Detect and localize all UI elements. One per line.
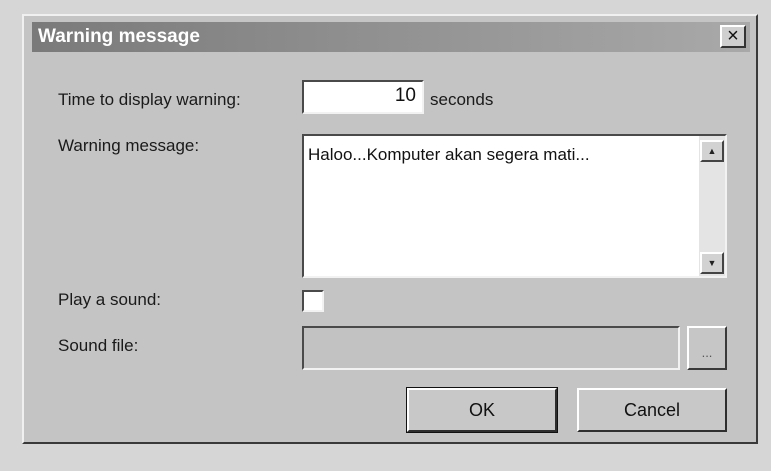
browse-button[interactable]: ... bbox=[687, 326, 727, 370]
message-text: Haloo...Komputer akan segera mati... bbox=[308, 145, 590, 164]
time-unit-label: seconds bbox=[430, 90, 494, 109]
ok-button[interactable]: OK bbox=[406, 387, 558, 433]
close-icon: × bbox=[727, 25, 739, 47]
time-label: Time to display warning: bbox=[58, 90, 241, 109]
message-textarea[interactable]: Haloo...Komputer akan segera mati... ▲ ▼ bbox=[302, 134, 727, 278]
sound-file-label: Sound file: bbox=[58, 336, 139, 355]
title-bar: Warning message × bbox=[32, 22, 750, 52]
close-button[interactable]: × bbox=[720, 25, 746, 48]
message-label: Warning message: bbox=[58, 136, 200, 155]
sound-file-input[interactable] bbox=[302, 326, 680, 370]
scroll-down-icon: ▼ bbox=[707, 258, 717, 268]
warning-dialog: Warning message × Time to display warnin… bbox=[22, 14, 758, 444]
play-sound-label: Play a sound: bbox=[58, 290, 162, 309]
cancel-button[interactable]: Cancel bbox=[577, 388, 727, 432]
scroll-up-icon: ▲ bbox=[707, 146, 717, 156]
play-sound-checkbox[interactable] bbox=[302, 290, 324, 312]
window-title: Warning message bbox=[38, 26, 200, 47]
scroll-down-button[interactable]: ▼ bbox=[700, 252, 724, 274]
message-scrollbar[interactable]: ▲ ▼ bbox=[699, 136, 725, 276]
scroll-up-button[interactable]: ▲ bbox=[700, 140, 724, 162]
time-input[interactable]: 10 bbox=[302, 80, 424, 114]
